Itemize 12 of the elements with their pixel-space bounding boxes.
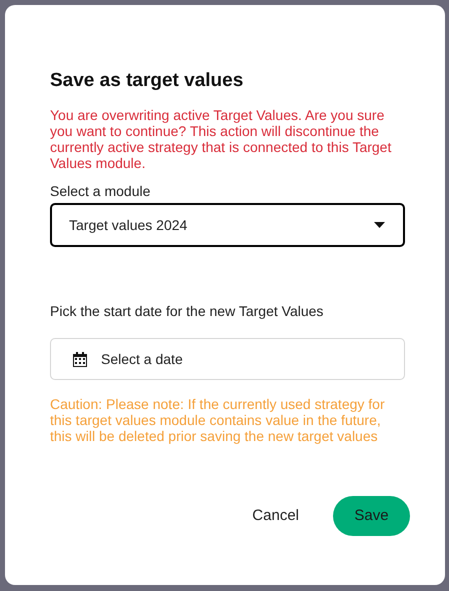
warning-message: You are overwriting active Target Values. Are you sure you want to continue? This action will discontinue the currently active strategy that is connected to this Target Values module. xyxy=(50,107,392,171)
cancel-button[interactable]: Cancel xyxy=(252,504,299,528)
dropdown-caret-icon xyxy=(374,222,385,228)
date-input[interactable]: Select a date xyxy=(101,348,404,370)
module-select[interactable]: Target values 2024 xyxy=(50,203,405,247)
module-label: Select a module xyxy=(50,183,152,199)
calendar-icon xyxy=(73,352,87,366)
date-field[interactable]: Select a date xyxy=(50,338,405,380)
date-label: Pick the start date for the new Target Values xyxy=(50,303,324,319)
dialog-title: Save as target values xyxy=(50,69,244,93)
caution-message: Caution: Please note: If the currently used strategy for this target values module contains value in the future, this will be deleted prior saving the new target values xyxy=(50,396,386,444)
save-button[interactable]: Save xyxy=(333,496,410,536)
